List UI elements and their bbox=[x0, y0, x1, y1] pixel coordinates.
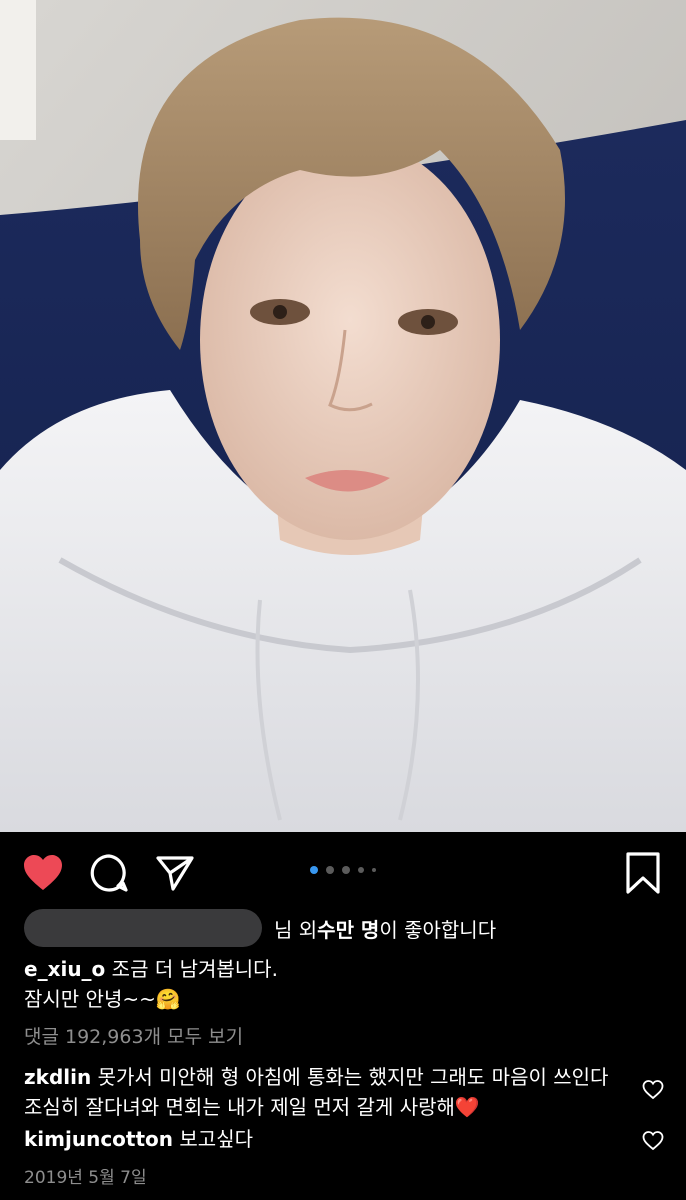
blurred-username bbox=[24, 909, 262, 947]
comment-item: kimjuncotton 보고싶다 bbox=[24, 1124, 624, 1154]
comment-text: 보고싶다 bbox=[179, 1127, 253, 1151]
carousel-dot-active bbox=[310, 866, 318, 874]
likes-text: 님 외 bbox=[274, 917, 318, 942]
heart-outline-icon[interactable] bbox=[642, 1131, 664, 1153]
carousel-dot bbox=[342, 866, 350, 874]
caption-username[interactable]: e_xiu_o bbox=[24, 957, 105, 981]
caption-line-2: 잠시만 안녕~~🤗 bbox=[24, 987, 181, 1011]
view-all-comments-link[interactable]: 댓글 192,963개 모두 보기 bbox=[24, 1022, 243, 1049]
carousel-dot bbox=[358, 867, 364, 873]
likes-summary[interactable]: 님 외 수만 명 이 좋아합니다 bbox=[24, 908, 496, 948]
post-photo[interactable] bbox=[0, 0, 686, 832]
comment-username[interactable]: zkdlin bbox=[24, 1065, 91, 1089]
carousel-dot bbox=[372, 868, 376, 872]
carousel-indicator bbox=[0, 866, 686, 874]
heart-outline-icon[interactable] bbox=[642, 1080, 664, 1102]
post-date: 2019년 5월 7일 bbox=[24, 1168, 147, 1188]
likes-count: 수만 명 bbox=[317, 917, 380, 942]
comment-item: zkdlin 못가서 미안해 형 아침에 통화는 했지만 그래도 마음이 쓰인다… bbox=[24, 1062, 624, 1122]
post-caption: e_xiu_o 조금 더 남겨봅니다. 잠시만 안녕~~🤗 bbox=[24, 954, 664, 1014]
comment-text: 못가서 미안해 형 아침에 통화는 했지만 그래도 마음이 쓰인다 조심히 잘다… bbox=[24, 1065, 609, 1119]
comment-username[interactable]: kimjuncotton bbox=[24, 1127, 173, 1151]
caption-line-1: 조금 더 남겨봅니다. bbox=[111, 957, 278, 981]
carousel-dot bbox=[326, 866, 334, 874]
likes-text-end: 이 좋아합니다 bbox=[379, 917, 497, 942]
